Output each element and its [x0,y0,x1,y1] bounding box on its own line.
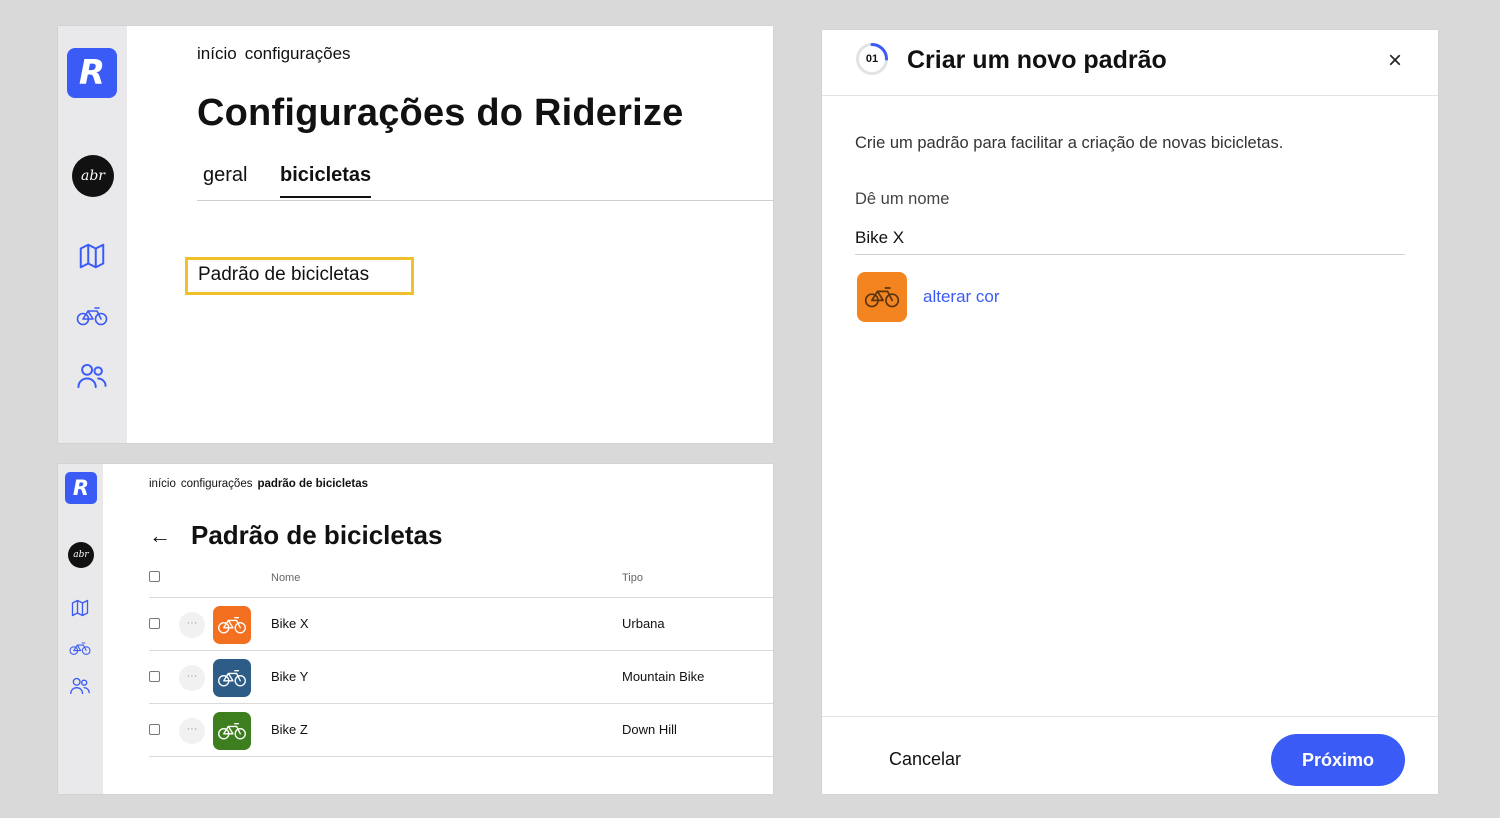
tab-bicycles[interactable]: bicicletas [280,164,372,198]
map-icon[interactable] [75,239,109,273]
name-field-label: Dê um nome [855,190,950,208]
more-options-button[interactable]: ··· [179,718,205,744]
more-options-button[interactable]: ··· [179,665,205,691]
bike-name: Bike X [271,616,309,631]
users-icon[interactable] [74,360,110,392]
page-title: Configurações do Riderize [197,92,684,134]
column-type-header[interactable]: Tipo [622,572,643,584]
bike-type: Down Hill [622,722,677,737]
map-icon[interactable] [68,596,92,620]
breadcrumb-home[interactable]: início [197,44,237,63]
breadcrumb: início configurações [197,44,359,64]
page-title: Padrão de bicicletas [191,520,443,550]
bicycle-icon [218,616,246,634]
avatar[interactable]: abr [72,155,114,197]
bike-color-chip [213,659,251,697]
select-all-checkbox[interactable] [149,571,160,582]
next-button[interactable]: Próximo [1271,734,1405,786]
table-header: Nome Tipo [149,562,773,598]
bicycle-icon[interactable] [67,638,93,658]
close-icon[interactable]: × [1388,47,1402,75]
table-row[interactable]: ··· Bike X Urbana [149,598,773,651]
modal-title: Criar um novo padrão [907,46,1167,74]
modal-description: Crie um padrão para facilitar a criação … [855,134,1284,152]
riderize-logo[interactable]: R [65,472,97,504]
back-arrow-icon[interactable]: ← [149,523,171,549]
bike-color-chip [213,712,251,750]
step-progress-ring: 01 [855,42,889,76]
column-name-header[interactable]: Nome [271,572,300,584]
settings-screen: R abr início configurações Configurações … [58,26,773,443]
bicycle-icon [218,669,246,687]
bike-patterns-link[interactable]: Padrão de bicicletas [185,257,414,295]
breadcrumb-home[interactable]: início [149,478,176,490]
breadcrumb: início configurações padrão de bicicletas [149,478,373,490]
bicycle-icon [864,287,900,308]
breadcrumb-current: padrão de bicicletas [257,478,369,490]
more-options-button[interactable]: ··· [179,612,205,638]
bike-type: Urbana [622,616,665,631]
row-checkbox[interactable] [149,671,160,682]
bike-patterns-table: Nome Tipo ··· Bike X Urbana ··· Bike Y M… [149,562,773,757]
bike-name: Bike Y [271,669,309,684]
bike-patterns-screen: R abr início configurações padrão de bicic… [58,464,773,794]
sidebar: R abr [58,464,103,794]
avatar[interactable]: abr [68,542,94,568]
tab-general[interactable]: geral [203,164,247,196]
tab-bar: geral bicicletas [197,164,773,201]
table-row[interactable]: ··· Bike Z Down Hill [149,704,773,757]
color-swatch[interactable] [857,272,907,322]
bicycle-icon [218,722,246,740]
bike-type: Mountain Bike [622,669,705,684]
sidebar: R abr [58,26,127,443]
step-number: 01 [865,53,879,65]
modal-header: 01 Criar um novo padrão × [822,30,1438,96]
riderize-logo[interactable]: R [67,48,117,98]
row-checkbox[interactable] [149,724,160,735]
table-row[interactable]: ··· Bike Y Mountain Bike [149,651,773,704]
row-checkbox[interactable] [149,618,160,629]
name-input[interactable] [855,222,1405,255]
bicycle-icon[interactable] [74,302,110,330]
modal-footer: Cancelar Próximo [822,716,1438,794]
bike-name: Bike Z [271,722,308,737]
cancel-button[interactable]: Cancelar [889,749,961,770]
bike-color-chip [213,606,251,644]
breadcrumb-settings[interactable]: configurações [245,44,351,63]
create-pattern-modal: 01 Criar um novo padrão × Crie um padrão… [822,30,1438,794]
breadcrumb-settings[interactable]: configurações [181,478,253,490]
users-icon[interactable] [67,675,93,697]
change-color-link[interactable]: alterar cor [923,287,1000,307]
